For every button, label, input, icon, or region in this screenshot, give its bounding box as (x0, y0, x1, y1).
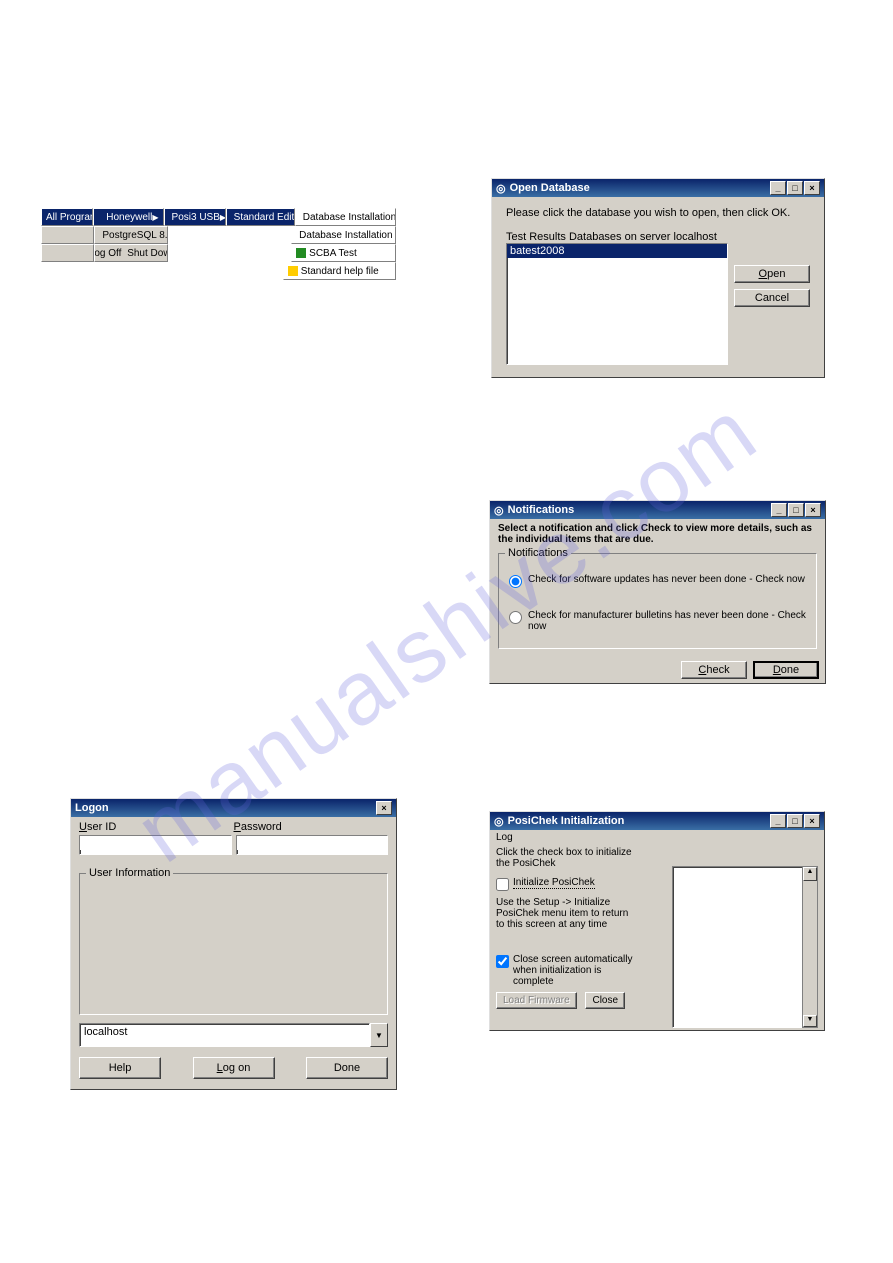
maximize-button[interactable]: □ (787, 814, 803, 828)
notification-option-1[interactable]: Check for software updates has never bee… (509, 574, 806, 588)
menu-spacer (41, 244, 94, 262)
close-button[interactable]: × (804, 181, 820, 195)
group-label: Notifications (505, 547, 571, 559)
window-title: Notifications (508, 504, 575, 516)
app-icon: ◎ (494, 815, 504, 828)
instruction-text: Please click the database you wish to op… (506, 207, 810, 219)
radio-updates[interactable] (509, 575, 522, 588)
titlebar: ◎ PosiChek Initialization _ □ × (490, 812, 824, 830)
initialize-checkbox-row[interactable]: Initialize PosiChek (496, 877, 636, 891)
notifications-dialog: ◎ Notifications _ □ × Select a notificat… (489, 500, 826, 684)
password-input[interactable] (236, 835, 389, 855)
window-title: PosiChek Initialization (508, 815, 625, 827)
help-text: Use the Setup -> Initialize PosiChek men… (496, 897, 636, 930)
titlebar: ◎ Notifications _ □ × (490, 501, 825, 519)
window-title: Logon (75, 802, 109, 814)
menu-standard-edition[interactable]: Standard Edition▶ (226, 208, 295, 226)
scroll-down-icon[interactable]: ▼ (803, 1015, 817, 1027)
open-database-dialog: ◎ Open Database _ □ × Please click the d… (491, 178, 825, 378)
user-id-label: User ID (79, 821, 234, 833)
close-button[interactable]: × (376, 801, 392, 815)
initialize-checkbox[interactable] (496, 878, 509, 891)
menu-spacer (41, 226, 94, 244)
menu-honeywell[interactable]: Honeywell▶ (93, 208, 164, 226)
log-textarea[interactable] (672, 866, 814, 1028)
app-icon: ◎ (496, 182, 506, 195)
done-button[interactable]: Done (306, 1057, 388, 1079)
close-button[interactable]: Close (585, 992, 625, 1009)
titlebar: Logon × (71, 799, 396, 817)
password-label: Password (234, 821, 389, 833)
radio-bulletins[interactable] (509, 611, 522, 624)
scrollbar[interactable]: ▲ ▼ (802, 866, 818, 1028)
app-icon: ◎ (494, 504, 504, 517)
autoclose-checkbox-row[interactable]: Close screen automatically when initiali… (496, 954, 636, 987)
user-info-label: User Information (86, 867, 173, 879)
help-button[interactable]: Help (79, 1057, 161, 1079)
all-programs-item[interactable]: All Programs (41, 208, 93, 226)
posichek-init-dialog: ◎ PosiChek Initialization _ □ × Log Clic… (489, 811, 825, 1031)
close-button[interactable]: × (804, 814, 820, 828)
load-firmware-button: Load Firmware (496, 992, 577, 1009)
notification-option-2[interactable]: Check for manufacturer bulletins has nev… (509, 610, 806, 632)
help-icon (288, 266, 298, 276)
database-item[interactable]: batest2008 (507, 244, 727, 258)
cancel-button[interactable]: Cancel (734, 289, 810, 307)
maximize-button[interactable]: □ (788, 503, 804, 517)
scba-icon (296, 248, 306, 258)
list-label: Test Results Databases on server localho… (506, 231, 810, 243)
start-menu: All Programs Honeywell▶ Posi3 USB▶ Stand… (41, 208, 396, 280)
logon-dialog: Logon × User ID Password User Informatio… (70, 798, 397, 1090)
menu-logoff-shutdown[interactable]: Log Off Shut Down (94, 244, 167, 262)
dropdown-button[interactable]: ▼ (370, 1023, 388, 1047)
user-id-input[interactable] (79, 835, 232, 855)
menu-scba-test[interactable]: SCBA Test (291, 244, 396, 262)
menu-std-help[interactable]: Standard help file (283, 262, 396, 280)
scroll-up-icon[interactable]: ▲ (803, 867, 817, 881)
menu-postgresql[interactable]: PostgreSQL 8.3▶ (94, 226, 167, 244)
menu-blank (168, 226, 292, 244)
log-label: Log (496, 832, 818, 843)
minimize-button[interactable]: _ (770, 181, 786, 195)
folder-icon (98, 212, 104, 222)
logon-button[interactable]: Log on (193, 1057, 275, 1079)
window-title: Open Database (510, 182, 590, 194)
done-button[interactable]: Done (753, 661, 819, 679)
open-button[interactable]: Open (734, 265, 810, 283)
titlebar: ◎ Open Database _ □ × (492, 179, 824, 197)
menu-db-wizard[interactable]: Database Installation Wizard (295, 208, 396, 226)
minimize-button[interactable]: _ (770, 814, 786, 828)
minimize-button[interactable]: _ (771, 503, 787, 517)
menu-db-wizard-help[interactable]: Database Installation Wizard Help (291, 226, 396, 244)
maximize-button[interactable]: □ (787, 181, 803, 195)
close-button[interactable]: × (805, 503, 821, 517)
autoclose-checkbox[interactable] (496, 955, 509, 968)
instruction-text: Select a notification and click Check to… (498, 523, 817, 545)
instruction-text: Click the check box to initialize the Po… (496, 847, 636, 869)
database-list[interactable]: batest2008 (506, 243, 728, 365)
menu-blank (168, 244, 292, 262)
check-button[interactable]: Check (681, 661, 747, 679)
menu-posi3usb[interactable]: Posi3 USB▶ (164, 208, 226, 226)
host-combo[interactable]: localhost (79, 1023, 370, 1047)
